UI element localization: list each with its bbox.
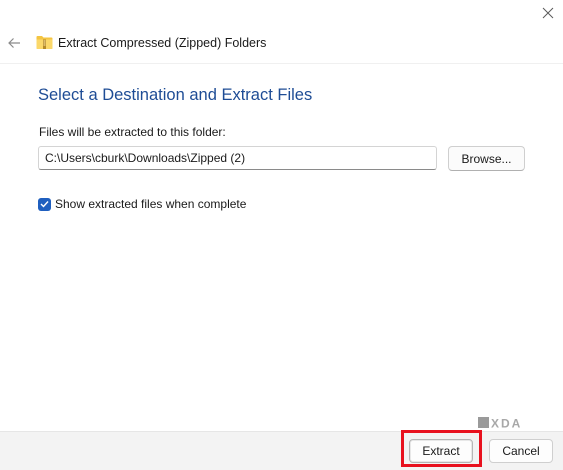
browse-button[interactable]: Browse... xyxy=(448,146,525,171)
window-title: Extract Compressed (Zipped) Folders xyxy=(58,36,267,50)
extract-button[interactable]: Extract xyxy=(409,439,473,463)
show-files-option[interactable]: Show extracted files when complete xyxy=(38,197,246,211)
close-icon xyxy=(542,7,553,19)
destination-path-input[interactable] xyxy=(38,146,437,170)
cancel-button[interactable]: Cancel xyxy=(489,439,553,463)
checkmark-icon xyxy=(40,201,49,208)
xda-watermark-logo: XDA xyxy=(478,417,522,431)
title-bar: Extract Compressed (Zipped) Folders xyxy=(0,0,563,64)
page-heading: Select a Destination and Extract Files xyxy=(38,86,313,104)
show-files-checkbox[interactable] xyxy=(38,197,51,211)
zip-folder-icon xyxy=(36,36,53,49)
title-divider xyxy=(0,63,563,64)
close-button[interactable] xyxy=(532,0,563,26)
destination-label: Files will be extracted to this folder: xyxy=(39,125,226,139)
back-arrow-icon xyxy=(8,38,20,48)
show-files-label: Show extracted files when complete xyxy=(55,197,247,211)
xda-watermark-text: XDA xyxy=(491,417,522,431)
back-button[interactable] xyxy=(4,32,24,54)
